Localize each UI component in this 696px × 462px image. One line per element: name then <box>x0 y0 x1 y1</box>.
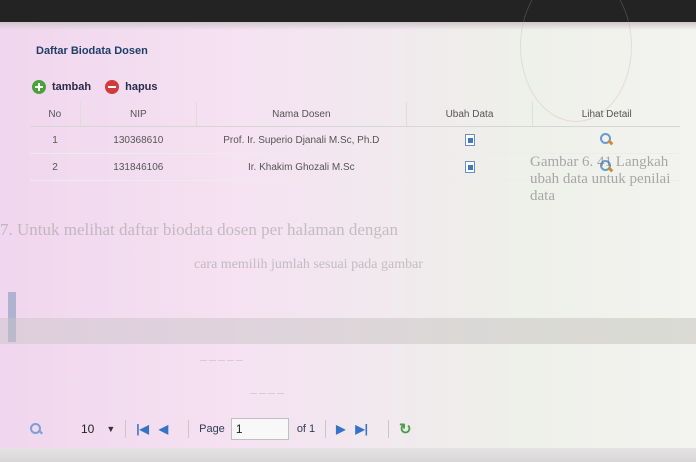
table-row[interactable]: 1 130368610 Prof. Ir. Superio Djanali M.… <box>30 126 680 154</box>
cell-lihat <box>532 126 680 154</box>
table-header-row: No NIP Nama Dosen Ubah Data Lihat Detail <box>30 102 680 127</box>
background-caption: Gambar 6. 41 Langkah ubah data untuk pen… <box>530 154 671 204</box>
bottom-edge <box>0 448 696 462</box>
cell-nip: 130368610 <box>80 126 197 154</box>
pager-separator <box>388 420 389 438</box>
first-page-button[interactable]: |◀ <box>136 422 149 436</box>
cell-ubah <box>406 153 533 181</box>
col-header-lihat[interactable]: Lihat Detail <box>532 102 680 127</box>
prev-page-button[interactable]: ◀ <box>159 422 168 436</box>
add-button[interactable]: tambah <box>32 80 91 94</box>
col-header-ubah[interactable]: Ubah Data <box>406 102 534 127</box>
cell-nama: Prof. Ir. Superio Djanali M.Sc, Ph.D <box>196 126 407 154</box>
cell-ubah <box>406 126 533 154</box>
edit-icon[interactable] <box>464 132 476 146</box>
faint-mark-1: — — — — — <box>200 357 243 364</box>
pager-separator <box>125 420 127 438</box>
cell-no: 1 <box>30 126 81 154</box>
page-size-select[interactable]: 10 ▼ <box>81 422 115 436</box>
background-text-line1: 7. Untuk melihat daftar biodata dosen pe… <box>0 220 398 239</box>
minus-icon <box>105 80 120 94</box>
pager-separator <box>188 420 190 438</box>
pager-separator <box>325 420 327 438</box>
page-of-label: of 1 <box>296 423 316 435</box>
col-header-nama[interactable]: Nama Dosen <box>196 102 407 127</box>
plus-icon <box>32 80 46 94</box>
background-text-line2: cara memilih jumlah sesuai pada gambar <box>194 257 423 272</box>
cell-nama: Ir. Khakim Ghozali M.Sc <box>196 153 407 181</box>
delete-button-label: hapus <box>125 81 158 93</box>
next-page-button[interactable]: ▶ <box>336 422 345 436</box>
grid-toolbar: tambah hapus <box>32 76 172 98</box>
background-band <box>0 318 696 344</box>
pagination-bar: 10 ▼ |◀ ◀ Page 1 of 1 ▶ ▶| ↻ <box>30 414 412 444</box>
page-size-value: 10 <box>81 422 95 436</box>
edit-icon[interactable] <box>464 159 476 173</box>
last-page-button[interactable]: ▶| <box>355 422 368 436</box>
add-button-label: tambah <box>52 81 92 93</box>
col-header-nip[interactable]: NIP <box>80 102 198 127</box>
refresh-icon[interactable]: ↻ <box>399 420 412 438</box>
page-label: Page <box>199 423 225 435</box>
delete-button[interactable]: hapus <box>105 80 158 94</box>
view-detail-icon[interactable] <box>600 132 612 145</box>
faint-mark-2: — — — — <box>250 390 284 397</box>
cell-nip: 131846106 <box>80 153 197 181</box>
search-icon[interactable] <box>30 422 43 436</box>
col-header-no[interactable]: No <box>30 102 81 127</box>
page-number-input[interactable]: 1 <box>230 418 289 440</box>
panel-title: Daftar Biodata Dosen <box>36 45 148 57</box>
cell-no: 2 <box>30 153 81 181</box>
chevron-down-icon: ▼ <box>106 424 116 434</box>
